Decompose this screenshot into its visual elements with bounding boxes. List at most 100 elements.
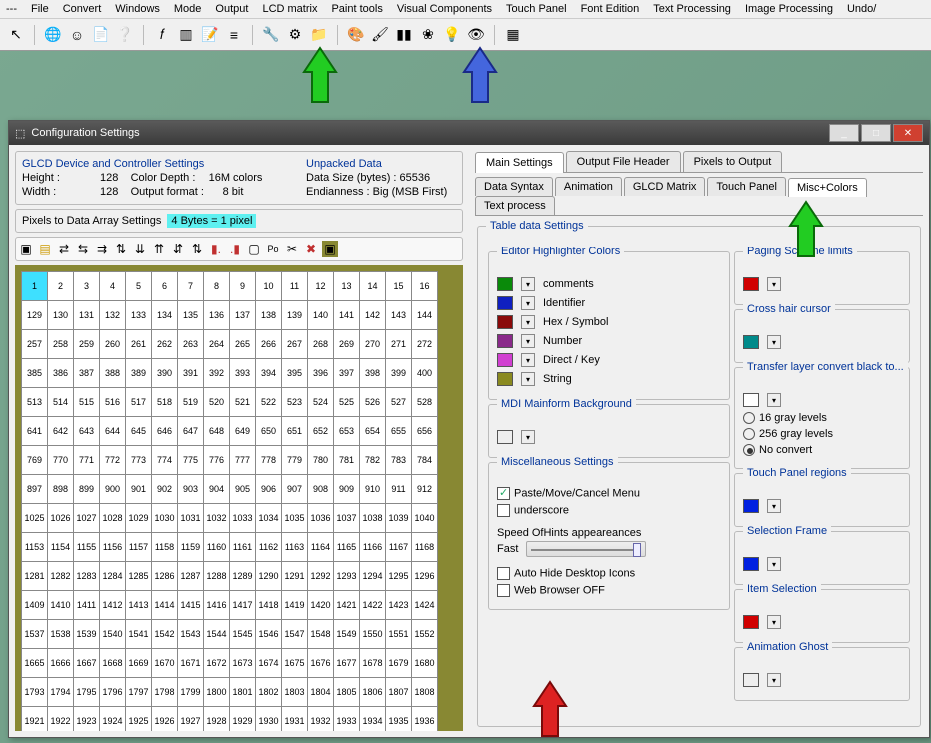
- grid-cell[interactable]: 1031: [178, 504, 204, 533]
- noconv-radio[interactable]: [743, 444, 755, 456]
- grid-cell[interactable]: 129: [22, 301, 48, 330]
- grid-cell[interactable]: 1289: [230, 562, 256, 591]
- tab-output-header[interactable]: Output File Header: [566, 151, 681, 172]
- new-icon[interactable]: ▣: [18, 241, 34, 257]
- grid-cell[interactable]: 262: [152, 330, 178, 359]
- hi-swatch-2[interactable]: [497, 315, 513, 329]
- grid-cell[interactable]: 1158: [152, 533, 178, 562]
- up-icon[interactable]: ⇈: [151, 241, 167, 257]
- grid-cell[interactable]: 137: [230, 301, 256, 330]
- grid-cell[interactable]: 261: [126, 330, 152, 359]
- grid-cell[interactable]: 1286: [152, 562, 178, 591]
- grid-cell[interactable]: 656: [412, 417, 438, 446]
- grid-cell[interactable]: 12: [308, 272, 334, 301]
- grid-cell[interactable]: 1418: [256, 591, 282, 620]
- grid-cell[interactable]: 4: [100, 272, 126, 301]
- grid-cell[interactable]: 654: [360, 417, 386, 446]
- grid-cell[interactable]: 269: [334, 330, 360, 359]
- grid-cell[interactable]: 772: [100, 446, 126, 475]
- item-dropdown[interactable]: ▾: [767, 615, 781, 629]
- grid-cell[interactable]: 1545: [230, 620, 256, 649]
- grid-cell[interactable]: 1424: [412, 591, 438, 620]
- grid-cell[interactable]: 771: [74, 446, 100, 475]
- tab-main-settings[interactable]: Main Settings: [475, 152, 564, 173]
- grid-cell[interactable]: 912: [412, 475, 438, 504]
- grid-cell[interactable]: 523: [282, 388, 308, 417]
- grid-cell[interactable]: 528: [412, 388, 438, 417]
- grid-cell[interactable]: 769: [22, 446, 48, 475]
- grid-cell[interactable]: 1665: [22, 649, 48, 678]
- grid-cell[interactable]: 526: [360, 388, 386, 417]
- eye-icon[interactable]: 👁: [466, 25, 486, 45]
- hi-dropdown-0[interactable]: ▾: [521, 277, 535, 291]
- grid-cell[interactable]: 1413: [126, 591, 152, 620]
- grid-cell[interactable]: 1796: [100, 678, 126, 707]
- grid-cell[interactable]: 514: [48, 388, 74, 417]
- grid-cell[interactable]: 1421: [334, 591, 360, 620]
- grid-cell[interactable]: 1926: [152, 707, 178, 732]
- grid-cell[interactable]: 1411: [74, 591, 100, 620]
- grid-cell[interactable]: 395: [282, 359, 308, 388]
- anim-dropdown[interactable]: ▾: [767, 673, 781, 687]
- grid-cell[interactable]: 1795: [74, 678, 100, 707]
- grid-cell[interactable]: 6: [152, 272, 178, 301]
- grid-cell[interactable]: 1928: [204, 707, 230, 732]
- grid-cell[interactable]: 1672: [204, 649, 230, 678]
- grid-cell[interactable]: 1540: [100, 620, 126, 649]
- tab-animation[interactable]: Animation: [555, 177, 622, 196]
- grid-cell[interactable]: 783: [386, 446, 412, 475]
- grid-cell[interactable]: 400: [412, 359, 438, 388]
- grid-cell[interactable]: 907: [282, 475, 308, 504]
- grid-cell[interactable]: 898: [48, 475, 74, 504]
- grid-cell[interactable]: 1291: [282, 562, 308, 591]
- grid-cell[interactable]: 903: [178, 475, 204, 504]
- hi-dropdown-2[interactable]: ▾: [521, 315, 535, 329]
- grid-cell[interactable]: 1287: [178, 562, 204, 591]
- bars-b-icon[interactable]: .▮: [227, 241, 243, 257]
- grid-cell[interactable]: 1163: [282, 533, 308, 562]
- grid-cell[interactable]: 1412: [100, 591, 126, 620]
- grid-cell[interactable]: 1680: [412, 649, 438, 678]
- font-icon[interactable]: 𝑓: [152, 25, 172, 45]
- maximize-button[interactable]: □: [861, 124, 891, 142]
- grid-icon[interactable]: ▦: [503, 25, 523, 45]
- grid-cell[interactable]: 1157: [126, 533, 152, 562]
- grid-cell[interactable]: 1294: [360, 562, 386, 591]
- grid-cell[interactable]: 1806: [360, 678, 386, 707]
- grid-cell[interactable]: 648: [204, 417, 230, 446]
- grid-cell[interactable]: 908: [308, 475, 334, 504]
- grid-cell[interactable]: 14: [360, 272, 386, 301]
- grid-cell[interactable]: 780: [308, 446, 334, 475]
- paging-swatch[interactable]: [743, 277, 759, 291]
- grid-cell[interactable]: 1803: [282, 678, 308, 707]
- menu-item[interactable]: Touch Panel: [506, 3, 567, 15]
- grid-cell[interactable]: 774: [152, 446, 178, 475]
- grid-cell[interactable]: 1409: [22, 591, 48, 620]
- grid-cell[interactable]: 1285: [126, 562, 152, 591]
- grid-cell[interactable]: 136: [204, 301, 230, 330]
- folder-icon[interactable]: 📁: [309, 25, 329, 45]
- grid-cell[interactable]: 651: [282, 417, 308, 446]
- grid-cell[interactable]: 1292: [308, 562, 334, 591]
- grid-cell[interactable]: 393: [230, 359, 256, 388]
- wrench-icon[interactable]: 🔧: [261, 25, 281, 45]
- grid-cell[interactable]: 397: [334, 359, 360, 388]
- menu-item[interactable]: File: [31, 3, 49, 15]
- grid-cell[interactable]: 399: [386, 359, 412, 388]
- grid-cell[interactable]: 1159: [178, 533, 204, 562]
- grid-cell[interactable]: 1415: [178, 591, 204, 620]
- grid-cell[interactable]: 1: [22, 272, 48, 301]
- grid-cell[interactable]: 1281: [22, 562, 48, 591]
- grid-cell[interactable]: 390: [152, 359, 178, 388]
- grid-cell[interactable]: 1153: [22, 533, 48, 562]
- grid-cell[interactable]: 1676: [308, 649, 334, 678]
- palette-icon[interactable]: 🎨: [346, 25, 366, 45]
- grid-cell[interactable]: 1675: [282, 649, 308, 678]
- weboff-checkbox[interactable]: [497, 584, 510, 597]
- grid-cell[interactable]: 1034: [256, 504, 282, 533]
- grid-cell[interactable]: 133: [126, 301, 152, 330]
- grid-cell[interactable]: 1026: [48, 504, 74, 533]
- grid-cell[interactable]: 16: [412, 272, 438, 301]
- grid-cell[interactable]: 642: [48, 417, 74, 446]
- grid-cell[interactable]: 1542: [152, 620, 178, 649]
